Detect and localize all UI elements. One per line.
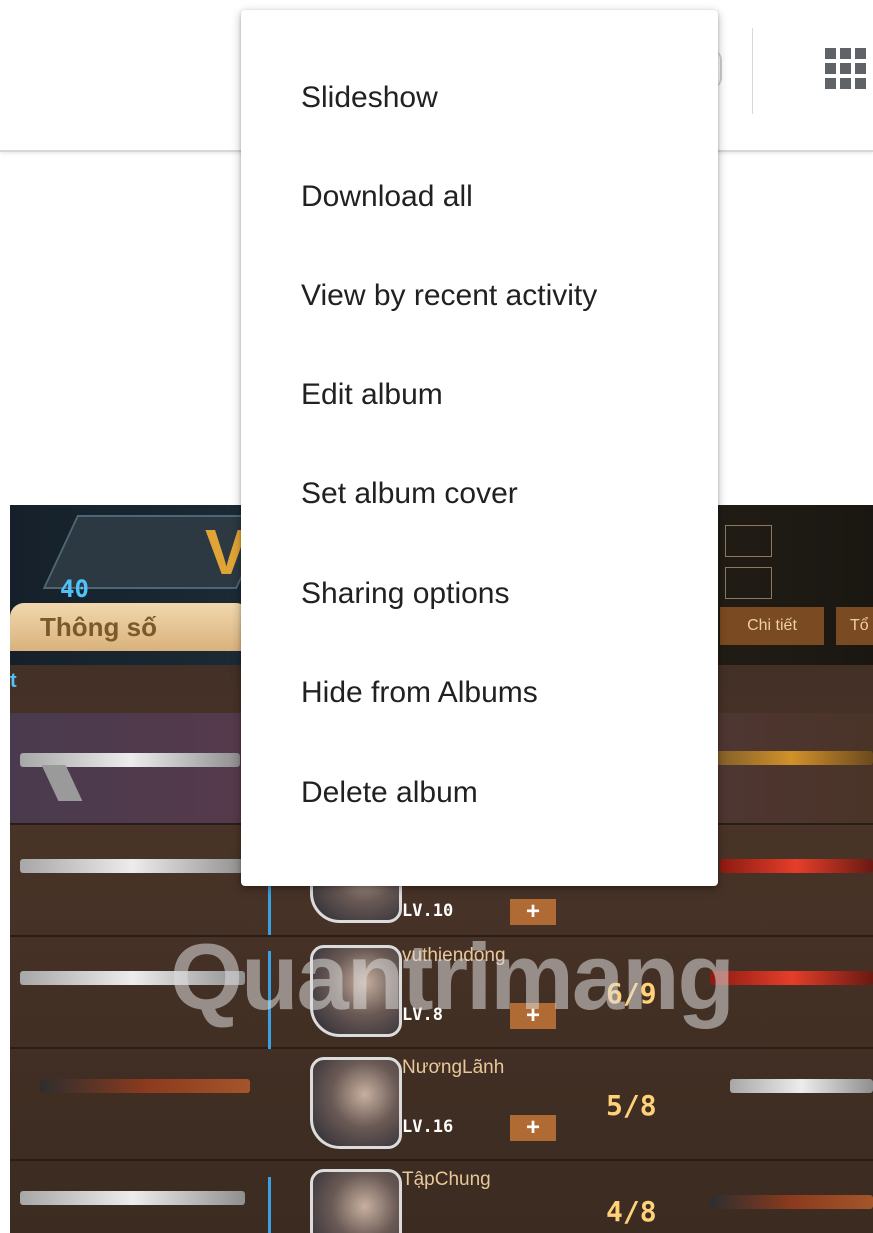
stats-tab: Thông số — [10, 603, 250, 651]
add-icon: + — [510, 899, 556, 925]
weapon-stock — [41, 765, 83, 801]
weapon-right — [710, 751, 873, 765]
weapon-right — [720, 859, 873, 873]
weapon-left — [40, 1079, 250, 1093]
weapon-right — [730, 1079, 873, 1093]
watermark-logo: Quantrimang — [170, 924, 735, 1029]
detail-tab: Chi tiết — [720, 607, 824, 645]
weapon-right — [710, 1195, 873, 1209]
album-options-menu: Slideshow Download all View by recent ac… — [241, 10, 718, 886]
menu-item-sharing-options[interactable]: Sharing options — [241, 544, 718, 643]
player-level-number: 40 — [60, 575, 89, 603]
apps-grid-icon[interactable] — [825, 48, 867, 90]
toolbar-divider — [752, 28, 753, 114]
weapon-left — [20, 859, 245, 873]
weapon-left — [20, 1191, 245, 1205]
add-icon: + — [510, 1115, 556, 1141]
menu-item-slideshow[interactable]: Slideshow — [241, 48, 718, 147]
row-divider — [268, 1177, 271, 1233]
hud-box-bottom — [725, 567, 772, 599]
menu-item-view-by-recent-activity[interactable]: View by recent activity — [241, 246, 718, 345]
player-avatar — [310, 1057, 402, 1149]
menu-item-edit-album[interactable]: Edit album — [241, 345, 718, 444]
list-marker: t — [10, 670, 17, 692]
player-level: LV.10 — [402, 901, 454, 921]
menu-item-delete-album[interactable]: Delete album — [241, 743, 718, 842]
weapon-right — [710, 971, 873, 985]
player-name: NươngLãnh — [402, 1057, 505, 1078]
menu-item-hide-from-albums[interactable]: Hide from Albums — [241, 643, 718, 742]
player-avatar — [310, 1169, 402, 1233]
hud-box-top — [725, 525, 772, 557]
player-score: 4/8 — [606, 1195, 657, 1228]
more-tab: Tổ — [836, 607, 873, 645]
player-score: 5/8 — [606, 1089, 657, 1122]
player-name: TậpChung — [402, 1169, 491, 1190]
menu-item-set-album-cover[interactable]: Set album cover — [241, 444, 718, 543]
player-level: LV.16 — [402, 1117, 454, 1137]
menu-item-download-all[interactable]: Download all — [241, 147, 718, 246]
